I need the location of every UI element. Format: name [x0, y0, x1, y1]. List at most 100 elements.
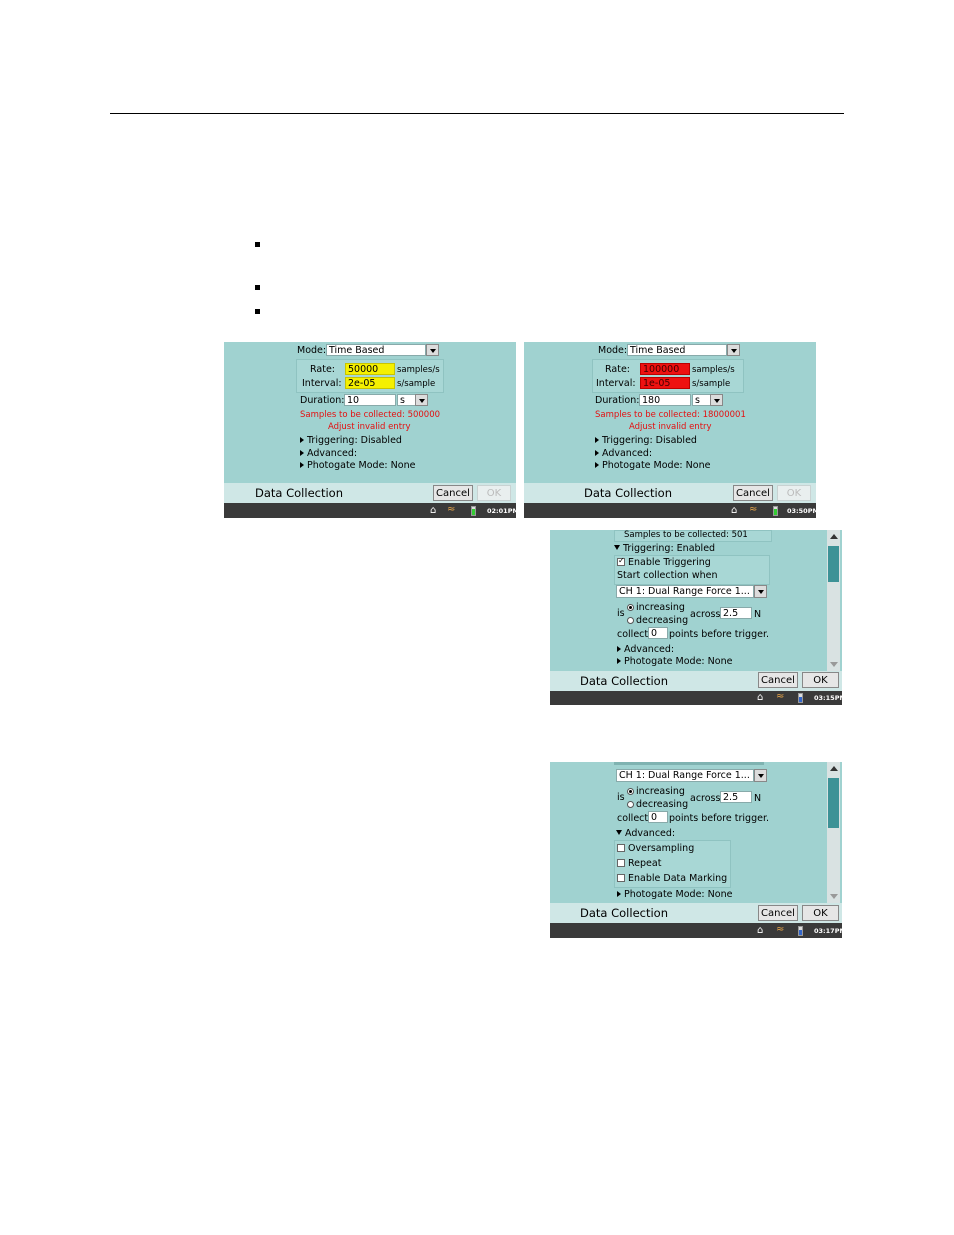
mode-dropdown-arrow-icon[interactable] — [727, 344, 740, 356]
bullet-1 — [255, 242, 260, 247]
channel-select[interactable]: CH 1: Dual Range Force 1... — [616, 585, 754, 598]
photogate-expander[interactable]: Photogate Mode: None — [300, 460, 415, 471]
photogate-label: Photogate Mode: None — [624, 889, 733, 900]
advanced-expander[interactable]: Advanced: — [616, 828, 675, 839]
decreasing-radio[interactable]: decreasing — [627, 615, 688, 626]
cancel-button[interactable]: Cancel — [758, 672, 798, 688]
scroll-thumb[interactable] — [828, 778, 839, 828]
ok-button[interactable]: OK — [777, 485, 811, 501]
cancel-button[interactable]: Cancel — [733, 485, 773, 501]
increasing-radio[interactable]: increasing — [627, 602, 685, 613]
duration-unit-select[interactable]: s — [692, 394, 711, 406]
duration-unit-dropdown-icon[interactable] — [415, 394, 428, 406]
home-icon[interactable]: ⌂ — [757, 693, 763, 703]
cancel-button[interactable]: Cancel — [758, 905, 798, 921]
status-bar: ⌂ ≈ 03:15PM — [550, 691, 842, 705]
triggering-expander[interactable]: Triggering: Enabled — [614, 543, 715, 554]
scroll-down-icon[interactable] — [830, 662, 838, 667]
enable-data-marking-checkbox[interactable]: Enable Data Marking — [617, 873, 727, 884]
mode-dropdown-arrow-icon[interactable] — [426, 344, 439, 356]
advanced-expander[interactable]: Advanced: — [300, 448, 357, 459]
across-label: across — [690, 609, 721, 620]
mode-select[interactable]: Time Based — [326, 344, 426, 356]
clock: 02:01PM — [487, 507, 516, 515]
points-before-label: points before trigger. — [669, 629, 770, 640]
photogate-expander[interactable]: Photogate Mode: None — [595, 460, 710, 471]
ok-button[interactable]: OK — [802, 905, 839, 921]
ok-button[interactable]: OK — [802, 672, 839, 688]
interval-unit: s/sample — [692, 379, 731, 389]
radio-unselected-icon — [627, 617, 634, 624]
bullet-2 — [255, 285, 260, 290]
rate-label: Rate: — [310, 364, 335, 375]
unit-label: N — [754, 793, 762, 804]
collect-input[interactable]: 0 — [648, 811, 668, 823]
checkbox-unchecked-icon — [617, 874, 625, 882]
photogate-expander[interactable]: Photogate Mode: None — [617, 656, 732, 667]
increasing-radio[interactable]: increasing — [627, 786, 685, 797]
expand-triangle-icon — [595, 437, 599, 443]
advanced-label: Advanced: — [625, 828, 676, 839]
rate-input[interactable]: 50000 — [345, 363, 395, 375]
across-input[interactable]: 2.5 — [720, 607, 752, 619]
scrollbar[interactable] — [827, 762, 840, 903]
oversampling-checkbox[interactable]: Oversampling — [617, 843, 694, 854]
screen-4-advanced-options: CH 1: Dual Range Force 1... is increasin… — [550, 762, 842, 938]
samples-message: Samples to be collected: 501 — [624, 530, 748, 540]
start-collection-label: Start collection when — [617, 570, 718, 581]
channel-dropdown-icon[interactable] — [754, 585, 767, 598]
home-icon[interactable]: ⌂ — [731, 506, 737, 516]
battery-icon — [798, 693, 803, 703]
interval-label: Interval: — [596, 378, 636, 389]
status-bar: ⌂ ≈ 03:50PM — [524, 503, 816, 518]
home-icon[interactable]: ⌂ — [757, 926, 763, 936]
triggering-expander[interactable]: Triggering: Disabled — [595, 435, 697, 446]
screen-title: Data Collection — [580, 906, 668, 920]
rate-unit: samples/s — [397, 365, 440, 375]
ok-button[interactable]: OK — [477, 485, 511, 501]
interval-input[interactable]: 2e-05 — [345, 377, 395, 389]
scroll-up-icon[interactable] — [830, 766, 838, 771]
collect-input[interactable]: 0 — [648, 627, 668, 639]
scroll-down-icon[interactable] — [830, 894, 838, 899]
duration-label: Duration: — [300, 395, 345, 406]
status-bar: ⌂ ≈ 02:01PM — [224, 503, 516, 518]
channel-select[interactable]: CH 1: Dual Range Force 1... — [616, 769, 754, 782]
screen-title: Data Collection — [584, 486, 672, 500]
repeat-checkbox[interactable]: Repeat — [617, 858, 661, 869]
duration-unit-select[interactable]: s — [397, 394, 416, 406]
interval-input[interactable]: 1e-05 — [640, 377, 690, 389]
advanced-expander[interactable]: Advanced: — [595, 448, 652, 459]
screen-2-time-based-invalid: Mode: Time Based Rate: 100000 samples/s … — [524, 342, 816, 518]
mode-select[interactable]: Time Based — [627, 344, 727, 356]
radio-unselected-icon — [627, 801, 634, 808]
scroll-up-icon[interactable] — [830, 534, 838, 539]
scrolled-content-edge — [614, 762, 764, 765]
advanced-label: Advanced: — [602, 448, 653, 459]
expand-triangle-icon — [300, 450, 304, 456]
checkbox-checked-icon: ✓ — [617, 556, 625, 566]
duration-input[interactable]: 180 — [639, 394, 691, 406]
duration-unit-dropdown-icon[interactable] — [710, 394, 723, 406]
scroll-thumb[interactable] — [828, 546, 839, 582]
mode-label: Mode: — [297, 345, 327, 356]
rate-input[interactable]: 100000 — [640, 363, 690, 375]
wifi-icon: ≈ — [447, 504, 456, 515]
decreasing-radio[interactable]: decreasing — [627, 799, 688, 810]
photogate-expander[interactable]: Photogate Mode: None — [617, 889, 732, 900]
repeat-label: Repeat — [628, 858, 662, 869]
triggering-expander[interactable]: Triggering: Disabled — [300, 435, 402, 446]
radio-selected-icon — [627, 604, 634, 611]
is-label: is — [617, 608, 625, 619]
across-input[interactable]: 2.5 — [720, 791, 752, 803]
scrollbar[interactable] — [827, 530, 840, 671]
collect-label: collect — [617, 813, 649, 824]
home-icon[interactable]: ⌂ — [430, 506, 436, 516]
cancel-button[interactable]: Cancel — [433, 485, 473, 501]
duration-input[interactable]: 10 — [344, 394, 396, 406]
channel-dropdown-icon[interactable] — [754, 769, 767, 782]
enable-triggering-checkbox[interactable]: ✓ Enable Triggering — [617, 556, 711, 568]
advanced-expander[interactable]: Advanced: — [617, 644, 674, 655]
decreasing-label: decreasing — [636, 615, 689, 626]
decreasing-label: decreasing — [636, 799, 689, 810]
